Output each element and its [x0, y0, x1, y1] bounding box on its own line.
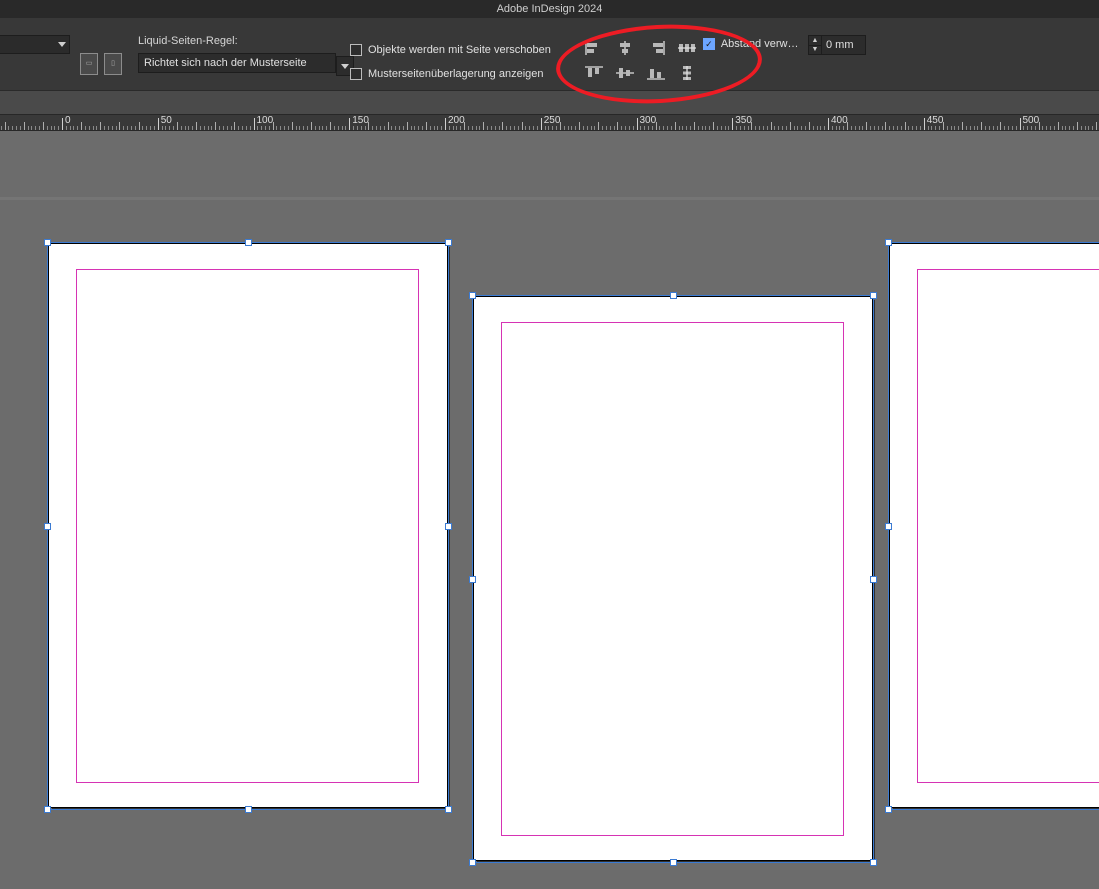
ruler-label: 300 [640, 115, 657, 126]
handle-nw[interactable] [44, 239, 51, 246]
handle-s[interactable] [245, 806, 252, 813]
align-left-icon [585, 41, 603, 55]
window-title: Adobe InDesign 2024 [0, 0, 1099, 18]
spacing-value: 0 mm [826, 39, 854, 51]
align-vcenter-button[interactable] [611, 62, 638, 83]
use-spacing-label: Abstand verwe… [721, 38, 803, 50]
chevron-down-icon [58, 42, 66, 47]
handle-n[interactable] [670, 292, 677, 299]
align-buttons [580, 37, 702, 83]
align-right-button[interactable] [642, 37, 669, 58]
align-bottom-icon [647, 66, 665, 80]
handle-e[interactable] [445, 523, 452, 530]
liquid-rule-group: Liquid-Seiten-Regel: Richtet sich nach d… [138, 35, 350, 73]
align-bottom-button[interactable] [642, 62, 669, 83]
align-right-icon [647, 41, 665, 55]
spacing-step-up[interactable]: ▲ [809, 36, 821, 46]
use-spacing-checkbox[interactable]: ✓ [703, 38, 715, 50]
unknown-dropdown[interactable] [0, 35, 70, 54]
page-orientation-portrait-icon[interactable]: ▭ [80, 53, 98, 75]
distribute-hspace-icon [678, 41, 696, 55]
ruler-label: 100 [257, 115, 274, 126]
handle-ne[interactable] [445, 239, 452, 246]
move-objects-label: Objekte werden mit Seite verschoben [368, 44, 551, 56]
ruler-label: 500 [1023, 115, 1040, 126]
page-3-selection[interactable] [888, 242, 1099, 810]
liquid-rule-label: Liquid-Seiten-Regel: [138, 35, 350, 47]
handle-e[interactable] [870, 576, 877, 583]
align-top-button[interactable] [580, 62, 607, 83]
handle-nw[interactable] [469, 292, 476, 299]
page-options-group: Objekte werden mit Seite verschoben Must… [350, 38, 560, 86]
handle-sw[interactable] [44, 806, 51, 813]
use-spacing-group: ✓ Abstand verwe… [703, 38, 803, 50]
handle-sw[interactable] [885, 806, 892, 813]
page-orientation-landscape-icon[interactable]: ▯ [104, 53, 122, 75]
horizontal-ruler[interactable]: 0 50 100 150 200 250 300 350 400 450 500 [0, 114, 1099, 131]
page-2-selection[interactable] [472, 295, 874, 863]
handle-w[interactable] [885, 523, 892, 530]
master-overlay-label: Musterseitenüberlagerung anzeigen [368, 68, 544, 80]
handle-s[interactable] [670, 859, 677, 866]
handle-w[interactable] [44, 523, 51, 530]
handle-sw[interactable] [469, 859, 476, 866]
ruler-label: 250 [544, 115, 561, 126]
align-top-icon [585, 66, 603, 80]
move-objects-checkbox[interactable] [350, 44, 362, 56]
distribute-vspace-button[interactable] [673, 62, 700, 83]
ruler-label: 0 [65, 115, 71, 126]
handle-nw[interactable] [885, 239, 892, 246]
handle-ne[interactable] [870, 292, 877, 299]
ruler-label: 400 [831, 115, 848, 126]
ruler-label: 450 [927, 115, 944, 126]
page-1-selection[interactable] [47, 242, 449, 810]
ruler-label: 200 [448, 115, 465, 126]
liquid-rule-value: Richtet sich nach der Musterseite [144, 57, 330, 69]
handle-n[interactable] [245, 239, 252, 246]
distribute-hspace-button[interactable] [673, 37, 700, 58]
handle-se[interactable] [870, 859, 877, 866]
liquid-rule-select[interactable]: Richtet sich nach der Musterseite [138, 53, 336, 73]
ruler-label: 50 [161, 115, 172, 126]
handle-w[interactable] [469, 576, 476, 583]
spacing-stepper: ▲ ▼ 0 mm [808, 35, 866, 55]
distribute-vspace-icon [678, 66, 696, 80]
spacing-input[interactable]: 0 mm [822, 35, 866, 55]
align-hcenter-button[interactable] [611, 37, 638, 58]
master-overlay-checkbox[interactable] [350, 68, 362, 80]
spacing-step-down[interactable]: ▼ [809, 46, 821, 55]
align-hcenter-icon [616, 41, 634, 55]
align-vcenter-icon [616, 66, 634, 80]
document-area[interactable] [0, 131, 1099, 889]
ruler-label: 150 [352, 115, 369, 126]
ruler-label: 350 [735, 115, 752, 126]
handle-se[interactable] [445, 806, 452, 813]
align-left-button[interactable] [580, 37, 607, 58]
panel-strip [0, 91, 1099, 114]
chevron-down-icon [341, 64, 349, 69]
pasteboard-divider [0, 197, 1099, 200]
control-bar: ▭ ▯ Liquid-Seiten-Regel: Richtet sich na… [0, 18, 1099, 91]
